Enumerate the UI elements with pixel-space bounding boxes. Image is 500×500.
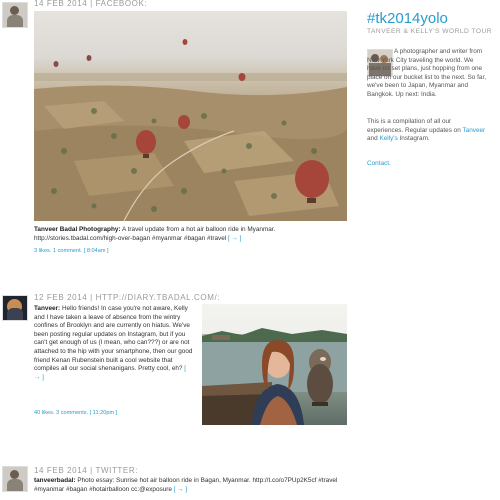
balloon-photo[interactable]	[34, 11, 347, 221]
avatar-body	[7, 308, 23, 320]
post-body: Tanveer Badal Photography: A travel upda…	[34, 226, 334, 243]
avatar-head	[10, 6, 19, 15]
sidebar-bio-text: A photographer and writer from New York …	[367, 48, 487, 98]
avatar-head	[10, 470, 19, 479]
post-body: Tanveer: Hello friends! In case you're n…	[34, 305, 194, 382]
post-meta: 12 FEB 2014 | HTTP://DIARY.TBADAL.COM/:	[34, 293, 221, 302]
avatar	[2, 295, 28, 321]
contact-link[interactable]: Contact.	[367, 160, 391, 169]
balloon-photo-art	[34, 39, 347, 221]
post-body: tanveerbadal: Photo essay: Sunrise hot a…	[34, 477, 354, 494]
avatar-body	[7, 15, 23, 27]
post-stats[interactable]: 3 likes. 1 comment. [ 8:04am ]	[34, 248, 109, 254]
avatar	[2, 466, 28, 492]
avatar	[2, 2, 28, 28]
sidebar-compilation-text: This is a compilation of all our experie…	[367, 118, 463, 134]
post-link-arrow[interactable]: [ → ]	[174, 486, 188, 493]
river-selfie-photo[interactable]	[202, 304, 347, 425]
kelly-instagram-link[interactable]: Kelly's	[379, 135, 397, 142]
tanveer-instagram-link[interactable]: Tanveer	[462, 127, 485, 134]
avatar-body	[7, 479, 23, 491]
post-stats[interactable]: 40 likes. 3 comments. [ 11:20pm ]	[34, 410, 117, 416]
river-selfie-photo-art	[202, 328, 347, 425]
site-title[interactable]: #tk2014yolo	[367, 10, 448, 27]
post-text: Hello friends! In case you're not aware,…	[34, 305, 193, 373]
post-meta: 14 FEB 2014 | FACEBOOK:	[34, 0, 148, 8]
sidebar-compilation: This is a compilation of all our experie…	[367, 118, 489, 144]
sidebar-and-text: and	[367, 135, 380, 143]
post-link-arrow[interactable]: [ → ]	[228, 235, 242, 242]
site-subtitle: TANVEER & KELLY'S WORLD TOUR	[367, 28, 493, 35]
post-author: Tanveer Badal Photography:	[34, 226, 121, 233]
post-meta: 14 FEB 2014 | TWITTER:	[34, 466, 139, 475]
sidebar-bio: A photographer and writer from New York …	[367, 48, 489, 100]
post-author: Tanveer:	[34, 305, 61, 312]
post-author: tanveerbadal:	[34, 477, 76, 484]
sidebar-instagram-text: Instagram.	[397, 135, 430, 143]
